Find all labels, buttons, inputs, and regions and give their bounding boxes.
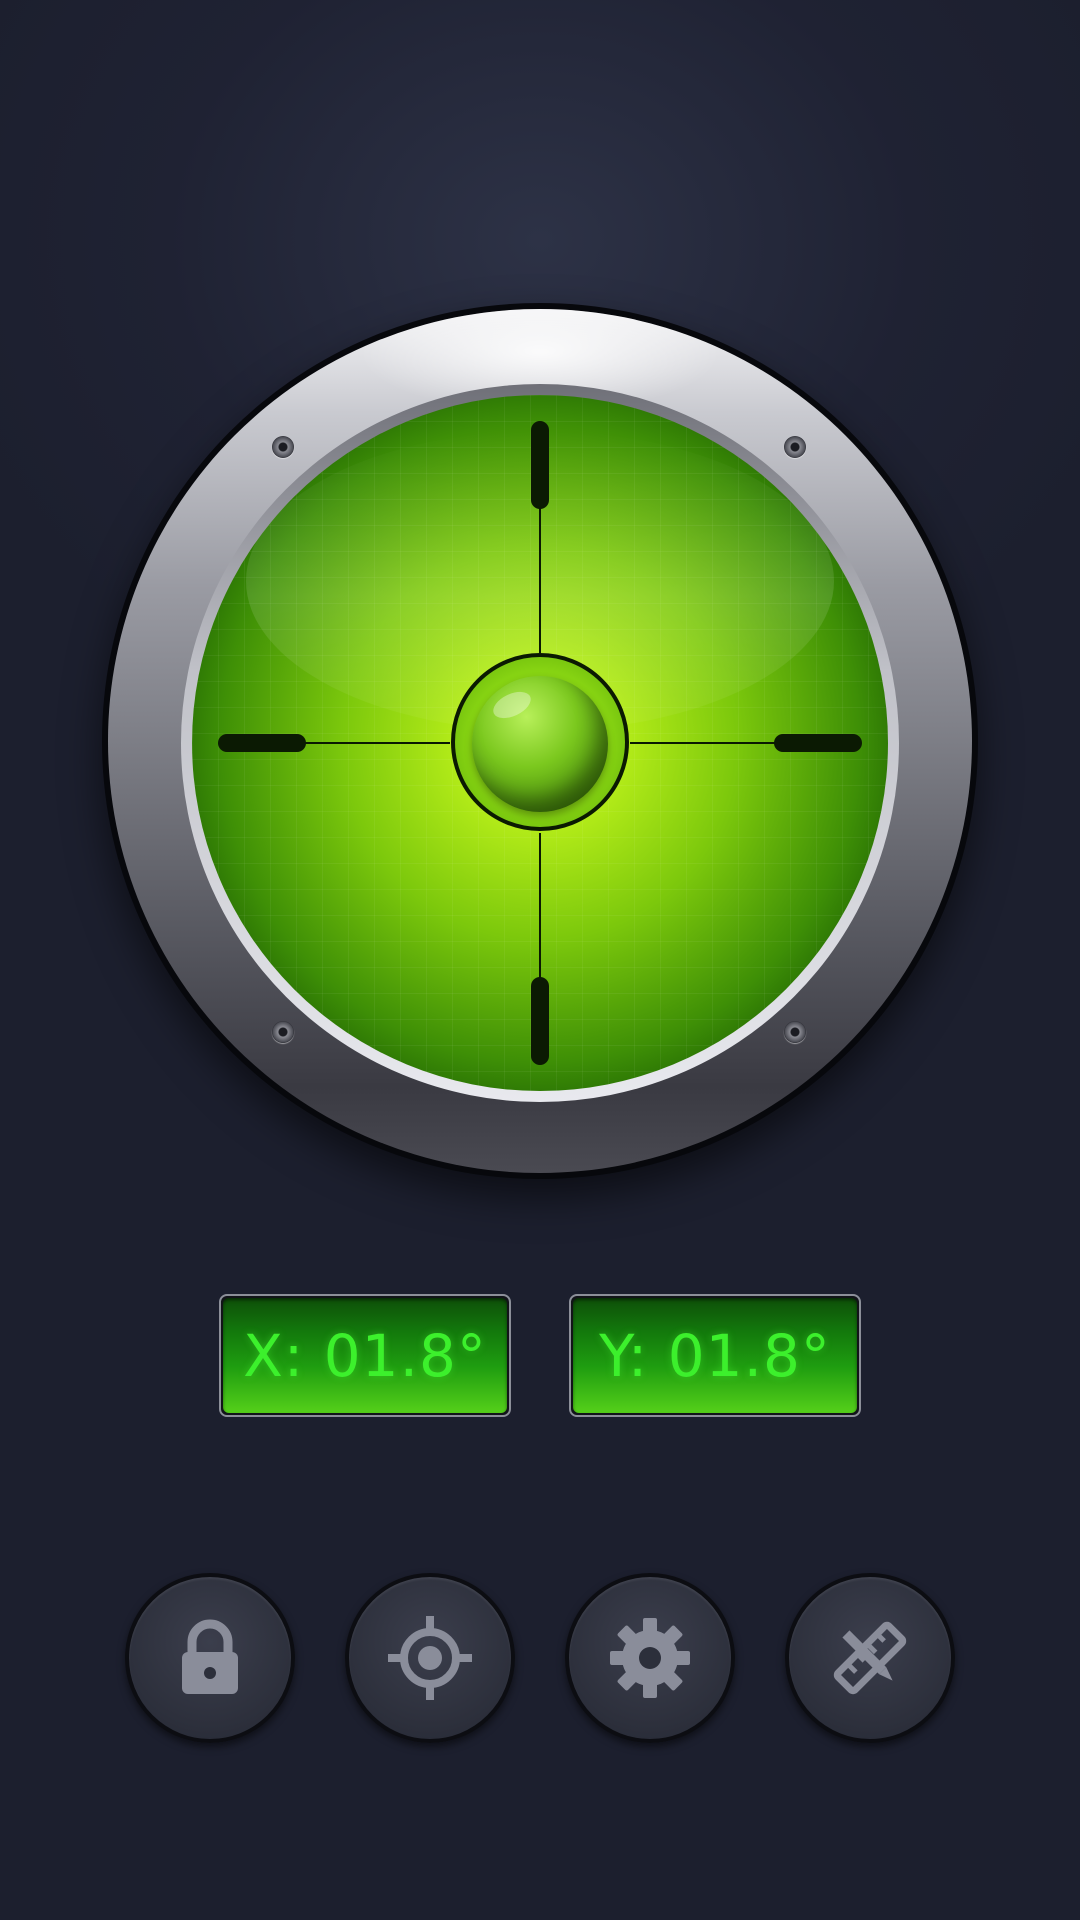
lock-button[interactable] <box>125 1573 295 1743</box>
crosshair-icon <box>388 1616 472 1700</box>
x-angle-readout: X: 01.8° <box>219 1294 511 1417</box>
tick-mark-left <box>218 734 306 752</box>
tick-mark-top <box>531 421 549 509</box>
tick-mark-right <box>774 734 862 752</box>
level-bubble <box>472 676 608 812</box>
ruler-pencil-icon <box>833 1621 907 1695</box>
y-angle-readout: Y: 01.8° <box>569 1294 861 1417</box>
settings-button[interactable] <box>565 1573 735 1743</box>
y-angle-value: Y: 01.8° <box>599 1321 831 1390</box>
y-angle-display: Y: 01.8° <box>573 1298 857 1413</box>
tick-mark-bottom <box>531 977 549 1065</box>
tools-button[interactable] <box>785 1573 955 1743</box>
x-angle-display: X: 01.8° <box>223 1298 507 1413</box>
lock-icon <box>182 1619 238 1694</box>
gear-icon <box>610 1618 690 1698</box>
x-angle-value: X: 01.8° <box>243 1321 487 1390</box>
calibrate-button[interactable] <box>345 1573 515 1743</box>
